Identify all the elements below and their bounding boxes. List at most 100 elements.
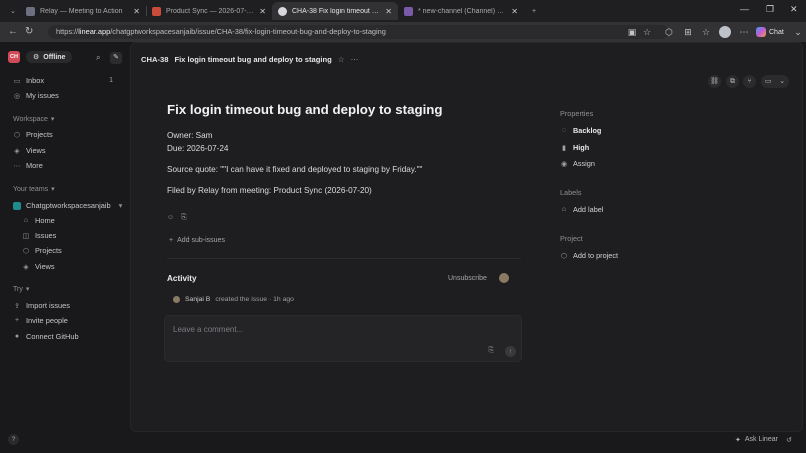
more-options-icon[interactable]: ⋯ xyxy=(351,55,359,64)
sidebar-item-import-issues[interactable]: ⇪ Import issues xyxy=(13,301,70,310)
workspace-section-header[interactable]: Workspace ▾ xyxy=(13,115,54,124)
issue-source-quote: Source quote: ""I can have it fixed and … xyxy=(167,165,423,174)
assignee-property[interactable]: ◉ Assign xyxy=(560,159,595,168)
activity-user[interactable]: Sanjai B xyxy=(185,296,210,303)
issue-title[interactable]: Fix login timeout bug and deploy to stag… xyxy=(167,102,443,117)
sidebar-item-inbox[interactable]: ▭ Inbox 1 xyxy=(13,76,123,85)
browser-tab-active[interactable]: CHA-38 Fix login timeout bug and ✕ xyxy=(272,2,398,20)
offline-status-badge[interactable]: ⚙ Offline xyxy=(26,51,73,63)
tab-favicon-icon xyxy=(26,6,35,16)
close-window-icon[interactable]: ✕ xyxy=(790,4,798,15)
issue-panel: CHA-38 Fix login timeout bug and deploy … xyxy=(130,42,803,432)
teams-section-header[interactable]: Your teams ▾ xyxy=(13,185,55,194)
ask-linear-label: Ask Linear xyxy=(744,436,778,443)
sidebar: CH ⚙ Offline ⌕ ✎ ▭ Inbox 1 ◎ My issues W… xyxy=(0,42,130,453)
sidebar-item-issues[interactable]: ◫ Issues xyxy=(22,231,57,240)
copilot-chat-button[interactable]: Chat xyxy=(756,25,784,39)
sidebar-item-my-issues[interactable]: ◎ My issues xyxy=(13,91,59,100)
favorites-icon[interactable]: ☆ xyxy=(701,27,711,37)
issue-due-date: Due: 2026-07-24 xyxy=(167,144,229,153)
view-options-button[interactable]: ▭ ⌄ xyxy=(761,75,789,88)
unsubscribe-button[interactable]: Unsubscribe xyxy=(448,275,487,282)
sidebar-item-label: Views xyxy=(35,262,55,271)
sidebar-team[interactable]: Chatgptworkspacesanjaib ▾ xyxy=(13,201,123,210)
favorite-star-icon[interactable]: ☆ xyxy=(338,55,345,64)
activity-entry: Sanjai B created the issue · 1h ago xyxy=(173,296,294,303)
search-icon[interactable]: ⌕ xyxy=(96,53,100,63)
new-issue-button[interactable]: ✎ xyxy=(110,52,122,64)
extensions-icon[interactable]: ⬡ xyxy=(664,27,674,37)
browser-tab[interactable]: Product Sync — 2026-07-20 | Not ✕ xyxy=(146,2,272,20)
layout-icon: ▭ xyxy=(764,78,772,85)
close-icon[interactable]: ✕ xyxy=(385,7,392,16)
sidebar-item-projects[interactable]: ⬡ Projects xyxy=(13,130,53,139)
history-icon[interactable]: ↺ xyxy=(786,436,792,444)
new-tab-button[interactable]: + xyxy=(526,2,542,20)
section-label: Workspace xyxy=(13,115,48,123)
tab-favicon-icon xyxy=(278,6,287,16)
attach-file-icon[interactable]: ⎘ xyxy=(488,347,494,355)
assignee-icon: ◉ xyxy=(560,160,568,168)
chevron-down-icon[interactable]: ⌄ xyxy=(793,27,803,37)
git-branch-button[interactable]: ⑂ xyxy=(743,75,756,88)
url-path: /chatgptworkspacesanjaib/issue/CHA-38/fi… xyxy=(110,27,386,36)
subscriber-avatar[interactable] xyxy=(499,273,509,283)
favorite-star-icon[interactable]: ☆ xyxy=(642,27,652,37)
offline-icon: ⚙ xyxy=(33,54,40,61)
sidebar-item-home[interactable]: ⌂ Home xyxy=(22,216,55,225)
maximize-icon[interactable]: ❐ xyxy=(766,4,774,15)
priority-property[interactable]: ▮ High xyxy=(560,143,589,152)
sidebar-item-invite-people[interactable]: + Invite people xyxy=(13,316,68,325)
add-sub-issues-button[interactable]: + Add sub-issues xyxy=(169,237,225,244)
copy-link-button[interactable]: ⛓ xyxy=(708,75,721,88)
properties-heading: Properties xyxy=(560,109,594,118)
add-label-button[interactable]: ⌂ Add label xyxy=(560,205,604,214)
status-property[interactable]: ◌ Backlog xyxy=(560,126,601,135)
sidebar-item-connect-github[interactable]: ● Connect GitHub xyxy=(13,332,79,341)
views-icon: ◈ xyxy=(14,147,20,155)
help-button[interactable]: ? xyxy=(8,434,19,445)
add-to-project-button[interactable]: ⬡ Add to project xyxy=(560,251,618,260)
section-label: Your teams xyxy=(13,185,49,193)
issue-id[interactable]: CHA-38 xyxy=(141,55,168,64)
sidebar-item-more[interactable]: ⋯ More xyxy=(13,161,43,170)
attachment-icon[interactable]: ⎘ xyxy=(181,214,187,222)
reaction-icon[interactable]: ☺ xyxy=(167,214,174,222)
issues-icon: ◫ xyxy=(22,232,30,240)
close-icon[interactable]: ✕ xyxy=(133,7,140,16)
copy-id-button[interactable]: ⧉ xyxy=(726,75,739,88)
tab-actions-button[interactable]: ⌄ xyxy=(4,2,20,20)
comment-box[interactable]: Leave a comment... ⎘ ↑ xyxy=(164,315,522,362)
sidebar-item-views[interactable]: ◈ Views xyxy=(13,146,46,155)
add-sub-issues-label: Add sub-issues xyxy=(177,237,225,244)
browser-tab[interactable]: * new-channel (Channel) - openai ✕ xyxy=(398,2,524,20)
sidebar-item-team-projects[interactable]: ⬡ Projects xyxy=(22,246,62,255)
split-screen-icon[interactable]: ⊞ xyxy=(683,27,693,37)
priority-value: High xyxy=(573,143,590,152)
app-view-icon[interactable]: ▣ xyxy=(627,27,637,37)
submit-comment-button[interactable]: ↑ xyxy=(505,346,516,357)
chevron-down-icon: ⌄ xyxy=(10,8,16,15)
refresh-icon[interactable]: ↻ xyxy=(25,26,33,38)
sidebar-item-label: Issues xyxy=(35,231,57,240)
add-to-project-text: Add to project xyxy=(573,251,619,260)
sidebar-item-label: Views xyxy=(26,146,46,155)
sidebar-item-team-views[interactable]: ◈ Views xyxy=(22,262,55,271)
profile-avatar[interactable] xyxy=(719,26,731,38)
section-label: Try xyxy=(13,285,23,293)
close-icon[interactable]: ✕ xyxy=(259,7,266,16)
ask-linear-button[interactable]: ✦ Ask Linear xyxy=(735,436,778,444)
project-heading: Project xyxy=(560,234,583,243)
back-icon[interactable]: ← xyxy=(8,26,18,38)
team-name: Chatgptworkspacesanjaib xyxy=(26,201,111,210)
close-icon[interactable]: ✕ xyxy=(511,7,518,16)
browser-tab[interactable]: Relay — Meeting to Action ✕ xyxy=(20,2,146,20)
divider xyxy=(167,258,521,259)
sidebar-item-label: Home xyxy=(35,216,55,225)
workspace-switcher[interactable]: CH ⚙ Offline xyxy=(8,51,73,63)
settings-more-icon[interactable]: ⋯ xyxy=(739,27,749,37)
try-section-header[interactable]: Try ▾ xyxy=(13,285,29,294)
sidebar-item-label: More xyxy=(26,161,43,170)
minimize-icon[interactable]: — xyxy=(740,4,749,14)
address-bar[interactable]: https://linear.app/chatgptworkspacesanja… xyxy=(48,25,668,39)
